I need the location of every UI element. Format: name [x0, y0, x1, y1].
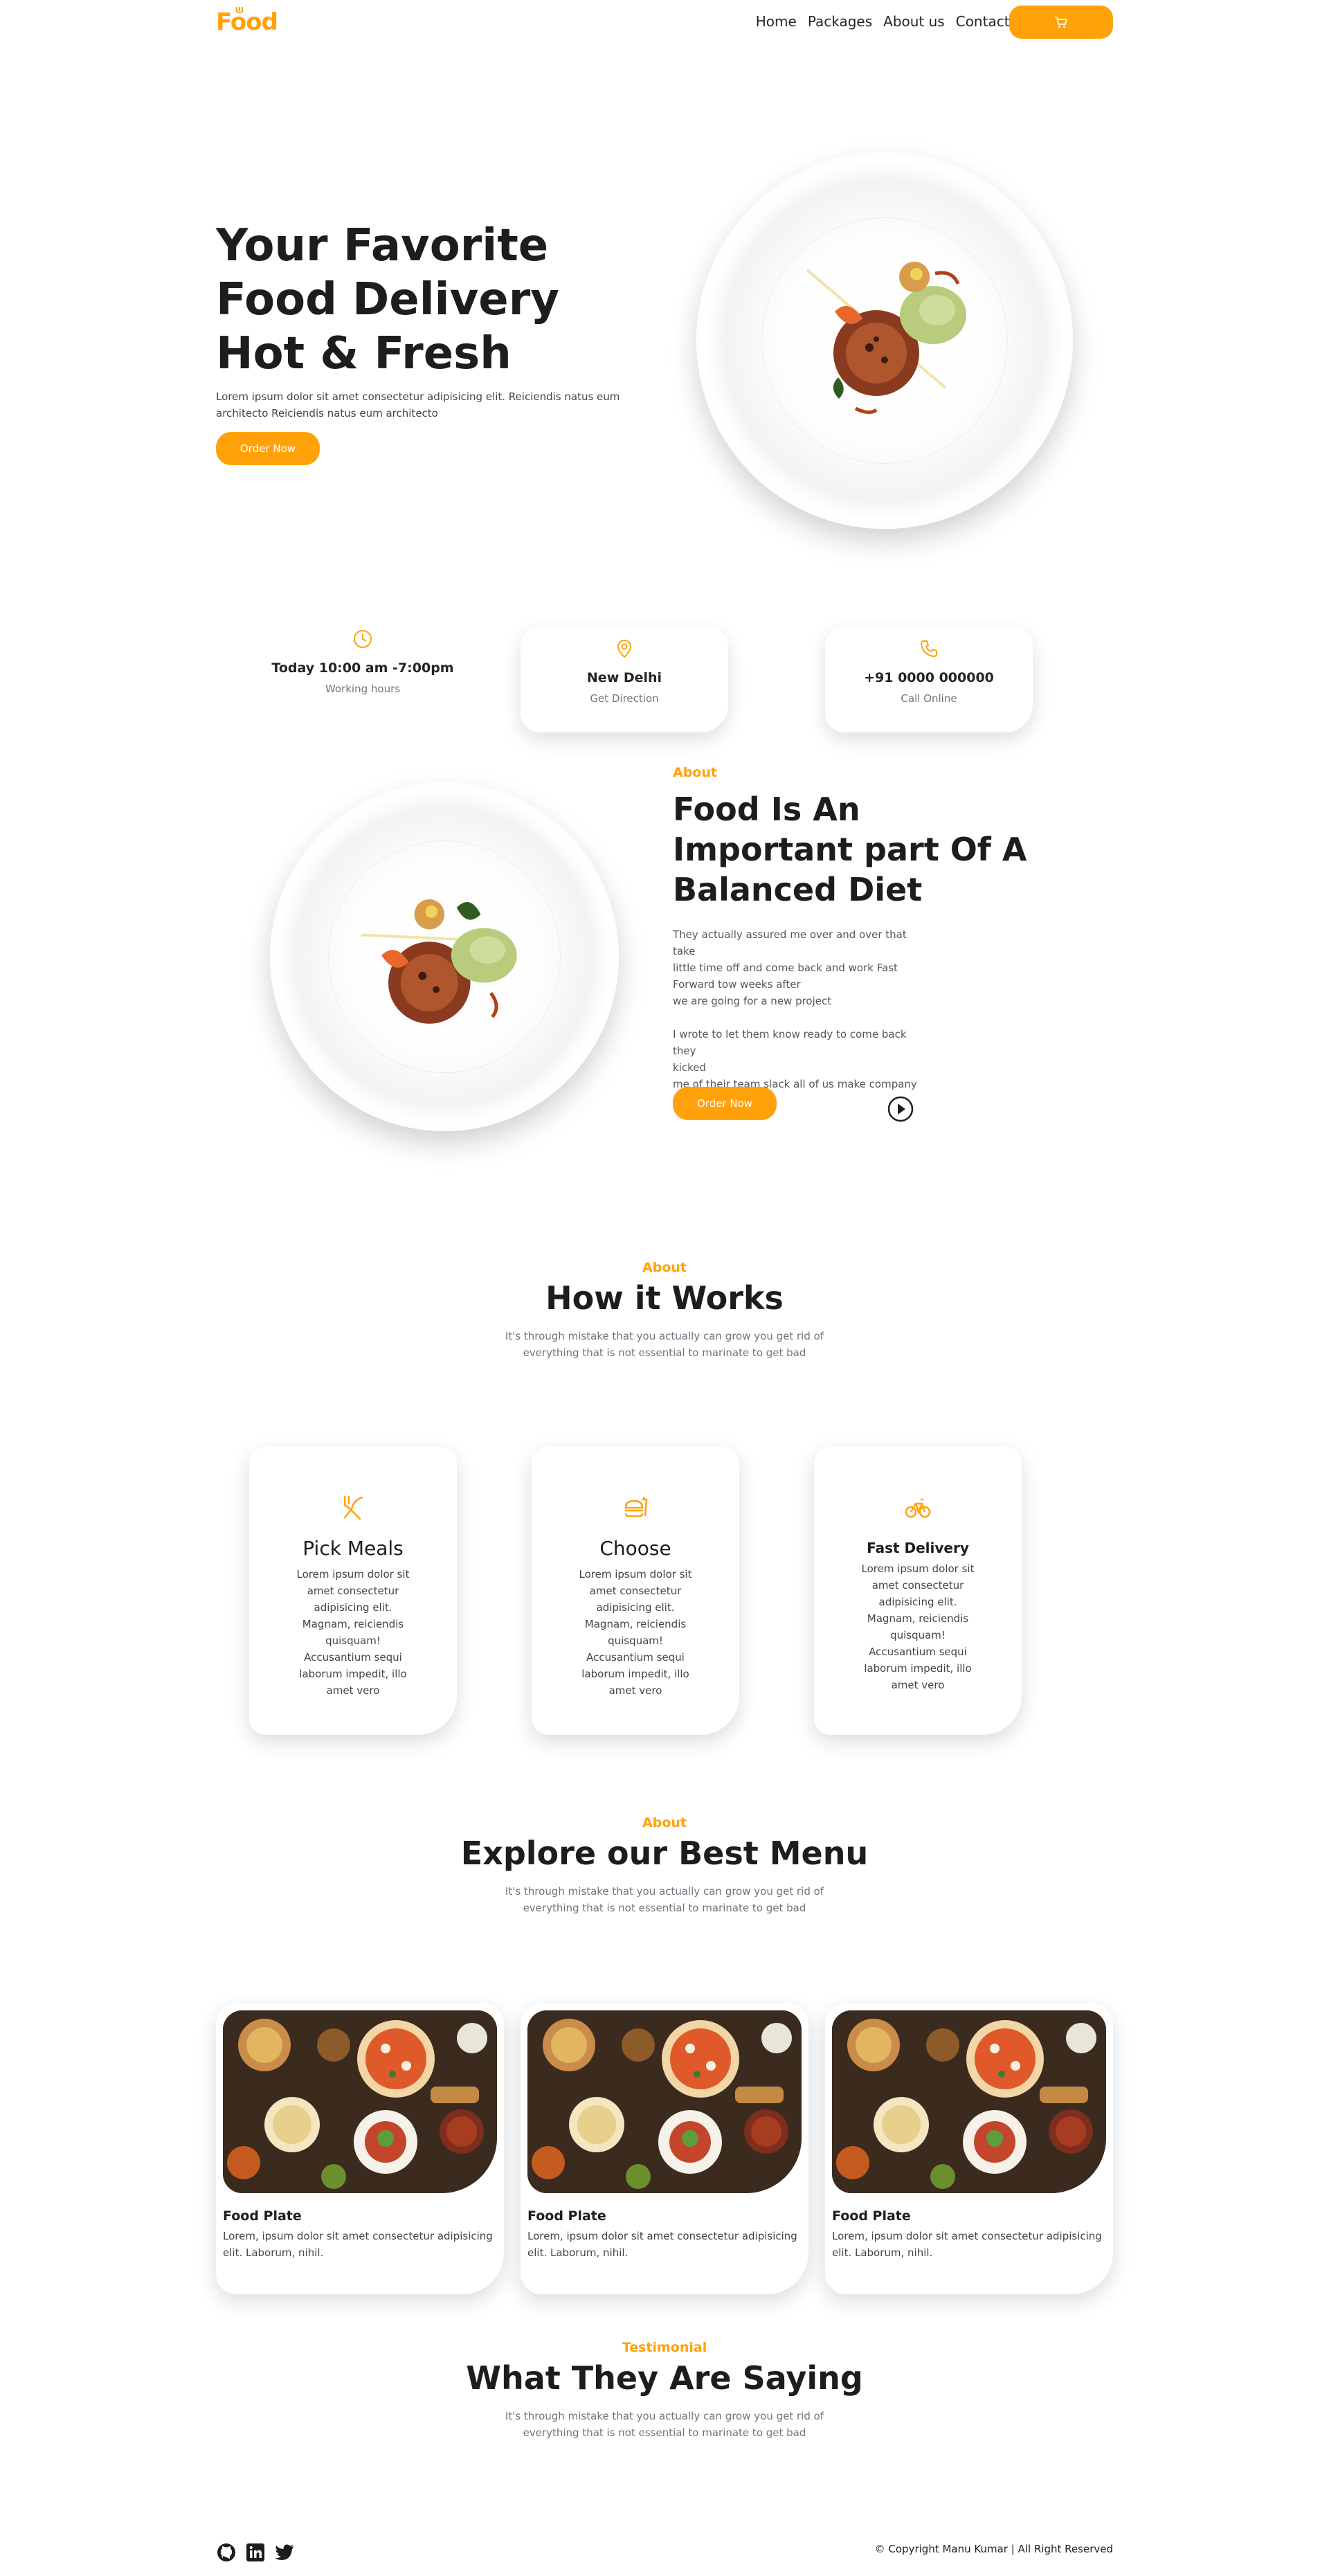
work-card-text: Lorem ipsum dolor sit amet consectetur a… [296, 1568, 410, 1697]
menu-item-text: Lorem, ipsum dolor sit amet consectetur … [832, 2230, 1102, 2259]
about-label: About [673, 765, 717, 780]
about-food-plate-image [270, 782, 619, 1131]
location-pin-icon [617, 639, 632, 658]
nav-about[interactable]: About us [883, 13, 945, 30]
testimonial-label: Testimonial [622, 2340, 707, 2355]
info-working-hours: Today 10:00 am -7:00pm Working hours [259, 629, 467, 695]
nav-home[interactable]: Home [756, 13, 797, 30]
fork-logo-icon [235, 7, 244, 13]
fork-knife-icon [343, 1495, 363, 1520]
menu-subtitle: It's through mistake that you actually c… [505, 1885, 824, 1914]
linkedin-icon[interactable] [245, 2542, 266, 2563]
work-card-text: Lorem ipsum dolor sit amet consectetur a… [579, 1568, 692, 1697]
menu-card[interactable]: Food Plate Lorem, ipsum dolor sit amet c… [216, 2003, 504, 2294]
menu-item-title: Food Plate [223, 2208, 302, 2224]
nav-packages[interactable]: Packages [808, 13, 872, 30]
menu-card[interactable]: Food Plate Lorem, ipsum dolor sit amet c… [521, 2003, 808, 2294]
cart-button[interactable] [1009, 6, 1113, 39]
info-location-card[interactable]: New Delhi Get Direction [521, 627, 728, 732]
hero-text: Lorem ipsum dolor sit amet consectetur a… [216, 390, 620, 420]
work-card-text: Lorem ipsum dolor sit amet consectetur a… [861, 1562, 975, 1691]
menu-item-title: Food Plate [832, 2208, 911, 2224]
menu-item-title: Food Plate [527, 2208, 606, 2224]
copyright-text: © Copyright Manu Kumar | All Right Reser… [874, 2543, 1113, 2555]
work-card-choose: Choose Lorem ipsum dolor sit amet consec… [532, 1447, 739, 1735]
work-card-fast-delivery: Fast Delivery Lorem ipsum dolor sit amet… [814, 1447, 1022, 1735]
menu-title: Explore our Best Menu [460, 1835, 869, 1872]
cart-icon [1055, 17, 1067, 28]
twitter-icon[interactable] [274, 2542, 295, 2563]
work-card-title: Fast Delivery [867, 1540, 969, 1556]
info-phone-card[interactable]: +91 0000 000000 Call Online [825, 627, 1033, 732]
burger-drink-icon [624, 1496, 648, 1517]
work-card-title: Choose [599, 1537, 671, 1560]
hero-food-plate-image [696, 152, 1073, 529]
hero-title: Your Favorite Food Delivery Hot & Fresh [216, 220, 559, 379]
menu-label: About [642, 1815, 687, 1830]
food-illustration [806, 262, 966, 414]
menu-item-text: Lorem, ipsum dolor sit amet consectetur … [527, 2230, 797, 2259]
food-spread-image [223, 2010, 497, 2193]
play-icon[interactable] [887, 1095, 914, 1123]
food-spread-image [527, 2010, 802, 2193]
how-label: About [642, 1260, 687, 1275]
food-illustration [361, 899, 517, 1024]
food-spread-image [832, 2010, 1106, 2193]
github-icon[interactable] [216, 2542, 237, 2563]
about-order-button[interactable]: Order Now [673, 1087, 777, 1120]
main-nav: Home Packages About us Contact us [756, 13, 1030, 30]
testimonial-subtitle: It's through mistake that you actually c… [505, 2410, 824, 2439]
phone-icon [921, 640, 937, 657]
menu-item-text: Lorem, ipsum dolor sit amet consectetur … [223, 2230, 493, 2259]
work-card-pick-meals: Pick Meals Lorem ipsum dolor sit amet co… [249, 1447, 457, 1735]
testimonial-title: What They Are Saying [466, 2359, 863, 2397]
how-subtitle: It's through mistake that you actually c… [505, 1330, 824, 1359]
clock-icon [354, 630, 372, 648]
social-links [216, 2542, 295, 2563]
menu-card[interactable]: Food Plate Lorem, ipsum dolor sit amet c… [825, 2003, 1113, 2294]
hero-order-button[interactable]: Order Now [216, 432, 320, 465]
work-card-title: Pick Meals [302, 1537, 404, 1560]
about-text: They actually assured me over and over t… [673, 928, 917, 1107]
about-title: Food Is An Important part Of A Balanced … [673, 791, 1027, 908]
bicycle-icon [905, 1498, 931, 1518]
how-title: How it Works [545, 1279, 784, 1317]
